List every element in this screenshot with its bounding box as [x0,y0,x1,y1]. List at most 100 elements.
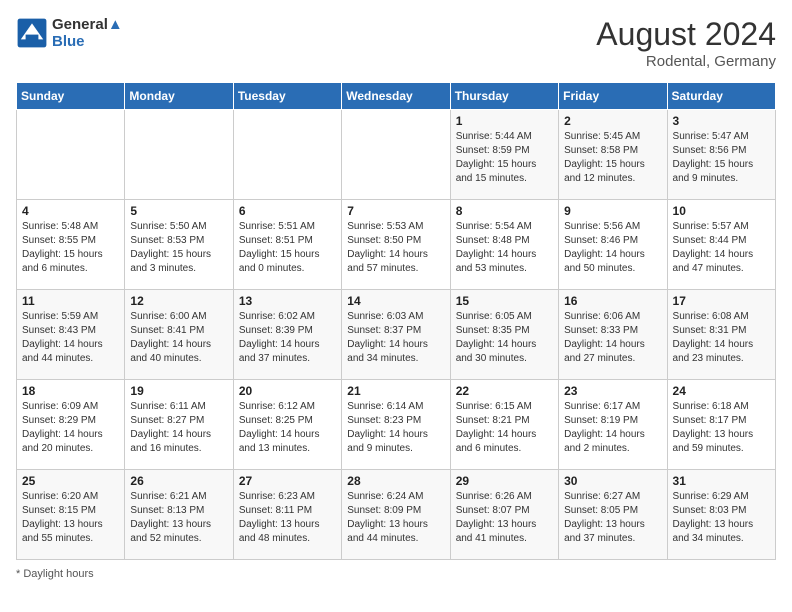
day-number: 2 [564,114,661,128]
day-cell: 20Sunrise: 6:12 AM Sunset: 8:25 PM Dayli… [233,380,341,470]
calendar-header: SundayMondayTuesdayWednesdayThursdayFrid… [17,83,776,110]
logo-text: General▲ Blue [52,16,123,50]
day-info: Sunrise: 6:20 AM Sunset: 8:15 PM Dayligh… [22,490,119,546]
day-number: 22 [456,384,553,398]
calendar-body: 1 Sunrise: 5:44 AM Sunset: 8:59 PM Daylig… [17,110,776,560]
day-cell: 12 Sunrise: 6:00 AM Sunset: 8:41 PM Dayli… [125,290,233,380]
day-number: 23 [564,384,661,398]
daylight-note: Daylight hours [23,568,93,580]
week-row-1: 1 Sunrise: 5:44 AM Sunset: 8:59 PM Daylig… [17,110,776,200]
day-info: Sunrise: 6:17 AM Sunset: 8:19 PM Dayligh… [564,400,661,456]
day-cell: 15 Sunrise: 6:05 AM Sunset: 8:35 PM Dayli… [450,290,558,380]
week-row-2: 4 Sunrise: 5:48 AM Sunset: 8:55 PM Daylig… [17,200,776,290]
day-info: Sunrise: 5:51 AM Sunset: 8:51 PM Dayligh… [239,220,336,276]
logo-icon [16,17,48,49]
day-cell [342,110,450,200]
day-info: Sunrise: 6:03 AM Sunset: 8:37 PM Dayligh… [347,310,444,366]
day-info: Sunrise: 5:50 AM Sunset: 8:53 PM Dayligh… [130,220,227,276]
day-cell: 18 Sunrise: 6:09 AM Sunset: 8:29 PM Dayli… [17,380,125,470]
day-info: Sunrise: 5:57 AM Sunset: 8:44 PM Dayligh… [673,220,770,276]
day-cell: 28 Sunrise: 6:24 AM Sunset: 8:09 PM Dayli… [342,470,450,560]
day-cell [125,110,233,200]
day-cell: 3 Sunrise: 5:47 AM Sunset: 8:56 PM Daylig… [667,110,775,200]
day-number: 18 [22,384,119,398]
day-cell: 14Sunrise: 6:03 AM Sunset: 8:37 PM Dayli… [342,290,450,380]
day-cell: 31Sunrise: 6:29 AM Sunset: 8:03 PM Dayli… [667,470,775,560]
day-cell: 21 Sunrise: 6:14 AM Sunset: 8:23 PM Dayli… [342,380,450,470]
week-row-3: 11 Sunrise: 5:59 AM Sunset: 8:43 PM Dayli… [17,290,776,380]
day-number: 13 [239,294,336,308]
day-cell: 25 Sunrise: 6:20 AM Sunset: 8:15 PM Dayli… [17,470,125,560]
day-number: 12 [130,294,227,308]
logo: General▲ Blue [16,16,123,50]
day-info: Sunrise: 6:00 AM Sunset: 8:41 PM Dayligh… [130,310,227,366]
day-number: 21 [347,384,444,398]
week-row-5: 25 Sunrise: 6:20 AM Sunset: 8:15 PM Dayli… [17,470,776,560]
title-block: August 2024 Rodental, Germany [596,16,776,70]
day-info: Sunrise: 5:53 AM Sunset: 8:50 PM Dayligh… [347,220,444,276]
day-cell: 24Sunrise: 6:18 AM Sunset: 8:17 PM Dayli… [667,380,775,470]
day-info: Sunrise: 6:02 AM Sunset: 8:39 PM Dayligh… [239,310,336,366]
day-info: Sunrise: 5:59 AM Sunset: 8:43 PM Dayligh… [22,310,119,366]
day-info: Sunrise: 6:27 AM Sunset: 8:05 PM Dayligh… [564,490,661,546]
day-info: Sunrise: 5:47 AM Sunset: 8:56 PM Dayligh… [673,130,770,186]
header-row: SundayMondayTuesdayWednesdayThursdayFrid… [17,83,776,110]
day-number: 24 [673,384,770,398]
day-number: 15 [456,294,553,308]
day-cell: 6 Sunrise: 5:51 AM Sunset: 8:51 PM Daylig… [233,200,341,290]
day-cell: 10Sunrise: 5:57 AM Sunset: 8:44 PM Dayli… [667,200,775,290]
day-cell: 22 Sunrise: 6:15 AM Sunset: 8:21 PM Dayli… [450,380,558,470]
day-number: 6 [239,204,336,218]
header-saturday: Saturday [667,83,775,110]
header-sunday: Sunday [17,83,125,110]
location: Rodental, Germany [596,53,776,70]
day-number: 4 [22,204,119,218]
day-number: 27 [239,474,336,488]
day-info: Sunrise: 6:21 AM Sunset: 8:13 PM Dayligh… [130,490,227,546]
day-number: 8 [456,204,553,218]
day-info: Sunrise: 6:11 AM Sunset: 8:27 PM Dayligh… [130,400,227,456]
day-cell: 23 Sunrise: 6:17 AM Sunset: 8:19 PM Dayli… [559,380,667,470]
day-cell: 27Sunrise: 6:23 AM Sunset: 8:11 PM Dayli… [233,470,341,560]
day-info: Sunrise: 6:06 AM Sunset: 8:33 PM Dayligh… [564,310,661,366]
day-number: 26 [130,474,227,488]
day-cell: 19 Sunrise: 6:11 AM Sunset: 8:27 PM Dayli… [125,380,233,470]
day-number: 3 [673,114,770,128]
day-number: 1 [456,114,553,128]
day-cell: 11 Sunrise: 5:59 AM Sunset: 8:43 PM Dayli… [17,290,125,380]
day-cell: 7Sunrise: 5:53 AM Sunset: 8:50 PM Daylig… [342,200,450,290]
day-number: 5 [130,204,227,218]
day-cell: 29Sunrise: 6:26 AM Sunset: 8:07 PM Dayli… [450,470,558,560]
day-info: Sunrise: 6:15 AM Sunset: 8:21 PM Dayligh… [456,400,553,456]
day-cell: 8Sunrise: 5:54 AM Sunset: 8:48 PM Daylig… [450,200,558,290]
day-number: 11 [22,294,119,308]
day-number: 20 [239,384,336,398]
calendar-table: SundayMondayTuesdayWednesdayThursdayFrid… [16,82,776,560]
day-number: 25 [22,474,119,488]
header-friday: Friday [559,83,667,110]
header-wednesday: Wednesday [342,83,450,110]
day-number: 31 [673,474,770,488]
day-info: Sunrise: 6:14 AM Sunset: 8:23 PM Dayligh… [347,400,444,456]
header-monday: Monday [125,83,233,110]
header-thursday: Thursday [450,83,558,110]
week-row-4: 18 Sunrise: 6:09 AM Sunset: 8:29 PM Dayli… [17,380,776,470]
day-cell: 5 Sunrise: 5:50 AM Sunset: 8:53 PM Daylig… [125,200,233,290]
day-cell: 1 Sunrise: 5:44 AM Sunset: 8:59 PM Daylig… [450,110,558,200]
day-number: 16 [564,294,661,308]
day-cell: 30Sunrise: 6:27 AM Sunset: 8:05 PM Dayli… [559,470,667,560]
month-year: August 2024 [596,16,776,53]
day-number: 28 [347,474,444,488]
day-cell: 9Sunrise: 5:56 AM Sunset: 8:46 PM Daylig… [559,200,667,290]
page-header: General▲ Blue August 2024 Rodental, Germ… [16,16,776,70]
day-info: Sunrise: 6:09 AM Sunset: 8:29 PM Dayligh… [22,400,119,456]
day-number: 17 [673,294,770,308]
day-info: Sunrise: 5:44 AM Sunset: 8:59 PM Dayligh… [456,130,553,186]
day-number: 19 [130,384,227,398]
footer-note: * Daylight hours [16,568,776,580]
day-info: Sunrise: 6:24 AM Sunset: 8:09 PM Dayligh… [347,490,444,546]
day-info: Sunrise: 6:05 AM Sunset: 8:35 PM Dayligh… [456,310,553,366]
day-info: Sunrise: 5:48 AM Sunset: 8:55 PM Dayligh… [22,220,119,276]
day-cell: 26 Sunrise: 6:21 AM Sunset: 8:13 PM Dayli… [125,470,233,560]
header-tuesday: Tuesday [233,83,341,110]
